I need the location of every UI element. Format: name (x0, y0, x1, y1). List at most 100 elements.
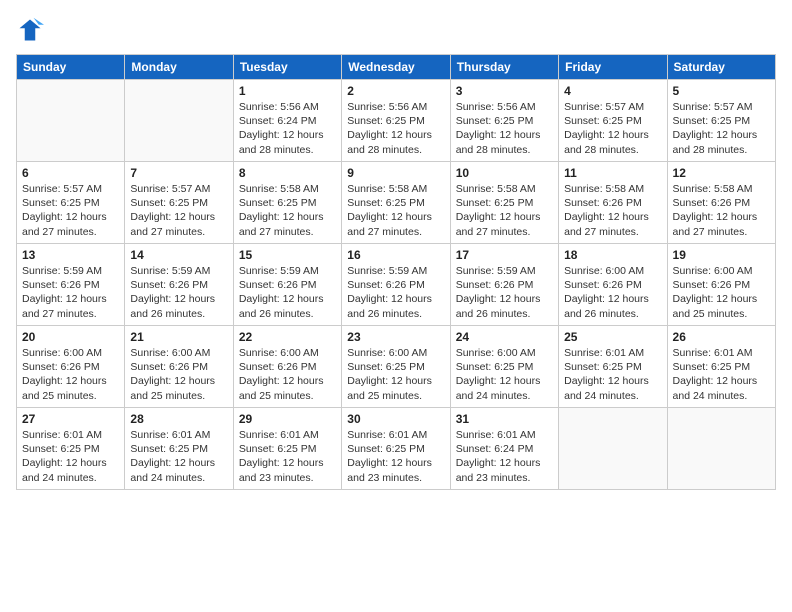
calendar-week-row: 13 Sunrise: 5:59 AM Sunset: 6:26 PM Dayli… (17, 244, 776, 326)
calendar-cell: 11Sunrise: 5:58 AM Sunset: 6:26 PM Dayli… (559, 162, 667, 244)
calendar-week-row: 1 Sunrise: 5:56 AM Sunset: 6:24 PM Daylig… (17, 80, 776, 162)
calendar-cell: 2Sunrise: 5:56 AM Sunset: 6:25 PM Daylig… (342, 80, 450, 162)
day-number: 4 (564, 84, 661, 98)
calendar-cell: 26 Sunrise: 6:01 AM Sunset: 6:25 PM Dayli… (667, 326, 775, 408)
calendar-cell (17, 80, 125, 162)
day-info: Sunrise: 5:59 AM Sunset: 6:26 PM Dayligh… (456, 264, 553, 321)
logo-icon (16, 16, 44, 44)
day-number: 21 (130, 330, 227, 344)
calendar-cell: 17 Sunrise: 5:59 AM Sunset: 6:26 PM Dayli… (450, 244, 558, 326)
calendar-header-row: SundayMondayTuesdayWednesdayThursdayFrid… (17, 55, 776, 80)
day-number: 27 (22, 412, 119, 426)
calendar-cell: 1 Sunrise: 5:56 AM Sunset: 6:24 PM Daylig… (233, 80, 341, 162)
day-header-sunday: Sunday (17, 55, 125, 80)
day-info: Sunrise: 5:59 AM Sunset: 6:26 PM Dayligh… (22, 264, 119, 321)
day-info: Sunrise: 5:56 AM Sunset: 6:24 PM Dayligh… (239, 100, 336, 157)
calendar-cell: 23 Sunrise: 6:00 AM Sunset: 6:25 PM Dayli… (342, 326, 450, 408)
day-number: 19 (673, 248, 770, 262)
day-info: Sunrise: 6:01 AM Sunset: 6:25 PM Dayligh… (22, 428, 119, 485)
day-info: Sunrise: 6:01 AM Sunset: 6:25 PM Dayligh… (347, 428, 444, 485)
day-number: 6 (22, 166, 119, 180)
day-info: Sunrise: 6:00 AM Sunset: 6:26 PM Dayligh… (22, 346, 119, 403)
day-number: 16 (347, 248, 444, 262)
calendar-cell: 9 Sunrise: 5:58 AM Sunset: 6:25 PM Daylig… (342, 162, 450, 244)
calendar-table: SundayMondayTuesdayWednesdayThursdayFrid… (16, 54, 776, 490)
day-header-monday: Monday (125, 55, 233, 80)
day-info: Sunrise: 5:58 AM Sunset: 6:25 PM Dayligh… (456, 182, 553, 239)
day-info: Sunrise: 5:57 AM Sunset: 6:25 PM Dayligh… (130, 182, 227, 239)
calendar-cell: 30 Sunrise: 6:01 AM Sunset: 6:25 PM Dayli… (342, 408, 450, 490)
day-number: 11 (564, 166, 661, 180)
day-number: 18 (564, 248, 661, 262)
day-info: Sunrise: 5:56 AM Sunset: 6:25 PM Dayligh… (347, 100, 444, 157)
day-number: 20 (22, 330, 119, 344)
logo (16, 16, 48, 44)
day-info: Sunrise: 5:59 AM Sunset: 6:26 PM Dayligh… (130, 264, 227, 321)
day-info: Sunrise: 6:00 AM Sunset: 6:25 PM Dayligh… (347, 346, 444, 403)
calendar-cell: 4 Sunrise: 5:57 AM Sunset: 6:25 PM Daylig… (559, 80, 667, 162)
calendar-cell: 16 Sunrise: 5:59 AM Sunset: 6:26 PM Dayli… (342, 244, 450, 326)
calendar-cell: 10 Sunrise: 5:58 AM Sunset: 6:25 PM Dayli… (450, 162, 558, 244)
day-header-friday: Friday (559, 55, 667, 80)
day-info: Sunrise: 6:01 AM Sunset: 6:25 PM Dayligh… (564, 346, 661, 403)
day-info: Sunrise: 5:59 AM Sunset: 6:26 PM Dayligh… (347, 264, 444, 321)
day-info: Sunrise: 6:01 AM Sunset: 6:25 PM Dayligh… (673, 346, 770, 403)
calendar-week-row: 27 Sunrise: 6:01 AM Sunset: 6:25 PM Dayli… (17, 408, 776, 490)
day-number: 3 (456, 84, 553, 98)
calendar-cell: 28Sunrise: 6:01 AM Sunset: 6:25 PM Dayli… (125, 408, 233, 490)
calendar-cell: 19 Sunrise: 6:00 AM Sunset: 6:26 PM Dayli… (667, 244, 775, 326)
calendar-cell: 21 Sunrise: 6:00 AM Sunset: 6:26 PM Dayli… (125, 326, 233, 408)
calendar-cell: 13 Sunrise: 5:59 AM Sunset: 6:26 PM Dayli… (17, 244, 125, 326)
day-header-saturday: Saturday (667, 55, 775, 80)
calendar-cell: 27 Sunrise: 6:01 AM Sunset: 6:25 PM Dayli… (17, 408, 125, 490)
calendar-week-row: 20 Sunrise: 6:00 AM Sunset: 6:26 PM Dayli… (17, 326, 776, 408)
calendar-cell: 20 Sunrise: 6:00 AM Sunset: 6:26 PM Dayli… (17, 326, 125, 408)
calendar-cell: 6 Sunrise: 5:57 AM Sunset: 6:25 PM Daylig… (17, 162, 125, 244)
day-number: 13 (22, 248, 119, 262)
day-info: Sunrise: 6:01 AM Sunset: 6:25 PM Dayligh… (239, 428, 336, 485)
day-number: 10 (456, 166, 553, 180)
day-number: 8 (239, 166, 336, 180)
day-header-tuesday: Tuesday (233, 55, 341, 80)
calendar-cell: 8 Sunrise: 5:58 AM Sunset: 6:25 PM Daylig… (233, 162, 341, 244)
day-info: Sunrise: 5:58 AM Sunset: 6:25 PM Dayligh… (239, 182, 336, 239)
day-info: Sunrise: 6:01 AM Sunset: 6:25 PM Dayligh… (130, 428, 227, 485)
day-number: 26 (673, 330, 770, 344)
day-number: 12 (673, 166, 770, 180)
calendar-cell: 3 Sunrise: 5:56 AM Sunset: 6:25 PM Daylig… (450, 80, 558, 162)
day-number: 30 (347, 412, 444, 426)
day-info: Sunrise: 6:00 AM Sunset: 6:26 PM Dayligh… (673, 264, 770, 321)
calendar-week-row: 6 Sunrise: 5:57 AM Sunset: 6:25 PM Daylig… (17, 162, 776, 244)
day-number: 25 (564, 330, 661, 344)
day-info: Sunrise: 6:00 AM Sunset: 6:26 PM Dayligh… (130, 346, 227, 403)
day-header-wednesday: Wednesday (342, 55, 450, 80)
day-number: 31 (456, 412, 553, 426)
day-info: Sunrise: 5:58 AM Sunset: 6:26 PM Dayligh… (673, 182, 770, 239)
day-info: Sunrise: 5:59 AM Sunset: 6:26 PM Dayligh… (239, 264, 336, 321)
calendar-cell: 18Sunrise: 6:00 AM Sunset: 6:26 PM Dayli… (559, 244, 667, 326)
calendar-cell: 25 Sunrise: 6:01 AM Sunset: 6:25 PM Dayli… (559, 326, 667, 408)
calendar-cell: 5Sunrise: 5:57 AM Sunset: 6:25 PM Daylig… (667, 80, 775, 162)
day-number: 15 (239, 248, 336, 262)
day-info: Sunrise: 5:56 AM Sunset: 6:25 PM Dayligh… (456, 100, 553, 157)
calendar-cell (667, 408, 775, 490)
day-number: 5 (673, 84, 770, 98)
day-info: Sunrise: 5:57 AM Sunset: 6:25 PM Dayligh… (564, 100, 661, 157)
day-number: 23 (347, 330, 444, 344)
day-number: 17 (456, 248, 553, 262)
day-number: 1 (239, 84, 336, 98)
calendar-cell: 31 Sunrise: 6:01 AM Sunset: 6:24 PM Dayli… (450, 408, 558, 490)
day-info: Sunrise: 5:58 AM Sunset: 6:25 PM Dayligh… (347, 182, 444, 239)
day-number: 9 (347, 166, 444, 180)
calendar-cell (125, 80, 233, 162)
day-info: Sunrise: 5:57 AM Sunset: 6:25 PM Dayligh… (22, 182, 119, 239)
calendar-cell (559, 408, 667, 490)
day-info: Sunrise: 6:00 AM Sunset: 6:25 PM Dayligh… (456, 346, 553, 403)
calendar-cell: 24Sunrise: 6:00 AM Sunset: 6:25 PM Dayli… (450, 326, 558, 408)
day-number: 7 (130, 166, 227, 180)
day-header-thursday: Thursday (450, 55, 558, 80)
calendar-cell: 22Sunrise: 6:00 AM Sunset: 6:26 PM Dayli… (233, 326, 341, 408)
day-info: Sunrise: 6:01 AM Sunset: 6:24 PM Dayligh… (456, 428, 553, 485)
page-header (16, 16, 776, 44)
day-info: Sunrise: 6:00 AM Sunset: 6:26 PM Dayligh… (239, 346, 336, 403)
